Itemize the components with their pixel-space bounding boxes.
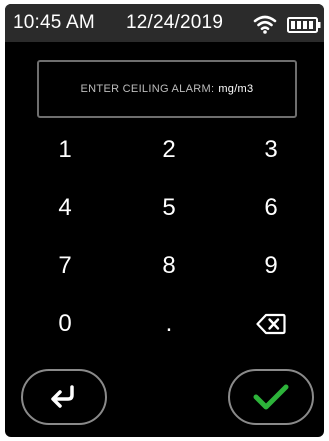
key-4[interactable]: 4 [30, 186, 100, 230]
entry-unit: mg/m3 [218, 83, 254, 95]
confirm-button[interactable] [228, 369, 314, 425]
checkmark-icon [253, 384, 289, 410]
key-7[interactable]: 7 [30, 244, 100, 288]
key-5[interactable]: 5 [134, 186, 204, 230]
battery-full-icon [287, 17, 321, 33]
key-1[interactable]: 1 [30, 128, 100, 172]
return-arrow-icon [51, 385, 74, 408]
key-0[interactable]: 0 [30, 302, 100, 346]
device-screen: 10:45 AM 12/24/2019 ENTER CEILING ALARM:… [5, 4, 324, 437]
backspace-button[interactable] [236, 302, 306, 346]
key-2[interactable]: 2 [134, 128, 204, 172]
key-8[interactable]: 8 [134, 244, 204, 288]
status-date: 12/24/2019 [126, 12, 224, 33]
ceiling-alarm-entry-field[interactable]: ENTER CEILING ALARM: mg/m3 [37, 60, 297, 118]
status-time: 10:45 AM [13, 12, 95, 33]
back-button[interactable] [21, 369, 107, 425]
key-6[interactable]: 6 [236, 186, 306, 230]
entry-prompt: ENTER CEILING ALARM: [80, 83, 215, 95]
key-decimal-point[interactable]: . [134, 302, 204, 346]
backspace-icon [256, 313, 286, 335]
status-bar: 10:45 AM 12/24/2019 [5, 4, 324, 42]
wifi-icon [253, 15, 277, 34]
key-9[interactable]: 9 [236, 244, 306, 288]
key-3[interactable]: 3 [236, 128, 306, 172]
